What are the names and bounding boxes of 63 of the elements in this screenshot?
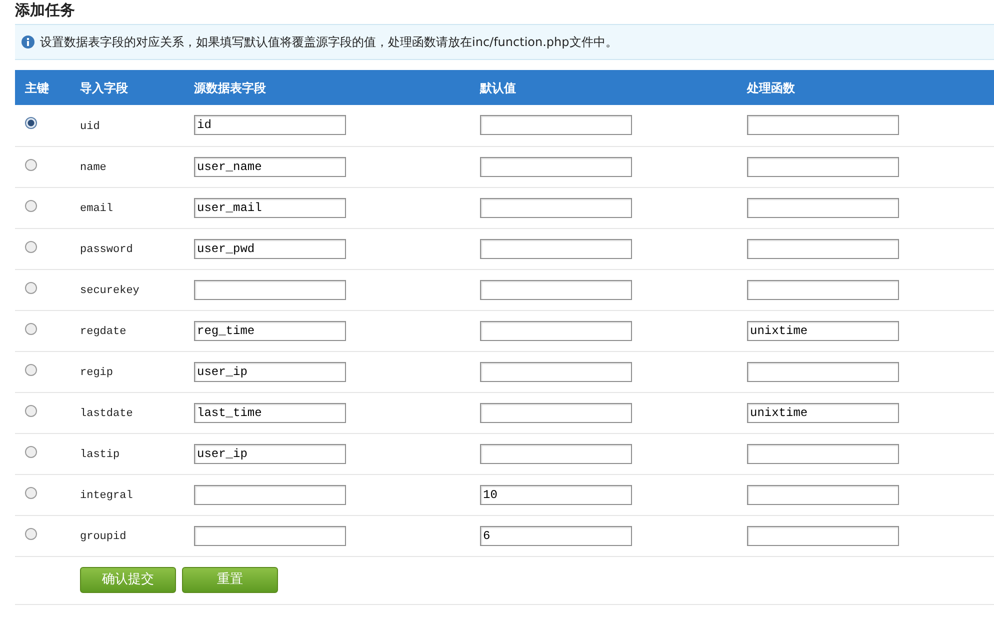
- column-header: 导入字段: [80, 70, 194, 105]
- field-name: integral: [80, 490, 133, 502]
- column-header: 处理函数: [747, 70, 994, 105]
- field-name: groupid: [80, 530, 126, 543]
- column-header: 默认值: [480, 70, 747, 105]
- input-field[interactable]: [480, 115, 632, 136]
- input-field[interactable]: [747, 362, 899, 382]
- input-field[interactable]: [747, 156, 899, 176]
- field-name: regdate: [80, 326, 126, 338]
- field-name: securekey: [80, 284, 140, 297]
- input-field[interactable]: user_name: [194, 156, 346, 176]
- radio-button[interactable]: [25, 404, 37, 416]
- input-field[interactable]: last_time: [194, 402, 346, 422]
- input-field[interactable]: [194, 526, 346, 546]
- radio-button[interactable]: [25, 528, 37, 540]
- radio-button[interactable]: [25, 117, 37, 130]
- input-field[interactable]: [480, 444, 632, 464]
- field-name: name: [80, 162, 106, 174]
- notice-text: 设置数据表字段的对应关系，如果填写默认值将覆盖源字段的值，处理函数请放在inc/function.php文件中。: [40, 34, 618, 51]
- input-field[interactable]: unixtime: [747, 320, 899, 340]
- column-header: 主键: [15, 70, 80, 105]
- field-name: lastdate: [80, 408, 133, 420]
- input-field[interactable]: 6: [480, 526, 632, 546]
- page-title: 添加任务: [15, 0, 76, 20]
- input-field[interactable]: [194, 280, 346, 300]
- field-name: regip: [80, 366, 114, 379]
- input-field[interactable]: 10: [480, 484, 632, 504]
- field-name: password: [80, 244, 133, 256]
- input-field[interactable]: [747, 280, 899, 300]
- input-field[interactable]: [747, 198, 899, 218]
- input-field[interactable]: [747, 115, 899, 136]
- radio-button[interactable]: [25, 200, 37, 212]
- input-field[interactable]: [480, 238, 632, 258]
- field-name: uid: [80, 120, 100, 132]
- field-name: email: [80, 202, 114, 215]
- input-field[interactable]: [480, 320, 632, 340]
- radio-button[interactable]: [25, 158, 37, 170]
- input-field[interactable]: id: [194, 115, 346, 136]
- input-field[interactable]: user_mail: [194, 198, 346, 218]
- input-field[interactable]: [747, 238, 899, 258]
- radio-button[interactable]: [25, 486, 37, 498]
- radio-button[interactable]: [25, 322, 37, 334]
- input-field[interactable]: [747, 444, 899, 464]
- input-field[interactable]: user_ip: [194, 444, 346, 464]
- input-field[interactable]: [194, 484, 346, 504]
- radio-button[interactable]: [25, 282, 37, 294]
- input-field[interactable]: [480, 198, 632, 218]
- input-field[interactable]: [747, 526, 899, 546]
- input-field[interactable]: [480, 156, 632, 176]
- radio-button[interactable]: [25, 364, 37, 376]
- info-icon: [21, 35, 35, 49]
- input-field[interactable]: [480, 402, 632, 422]
- input-field[interactable]: unixtime: [747, 402, 899, 422]
- input-field[interactable]: user_pwd: [194, 238, 346, 258]
- input-field[interactable]: [480, 362, 632, 382]
- input-field[interactable]: reg_time: [194, 320, 346, 340]
- radio-button[interactable]: [25, 240, 37, 252]
- field-name: lastip: [80, 448, 120, 461]
- input-field[interactable]: [480, 280, 632, 300]
- input-field[interactable]: user_ip: [194, 362, 346, 382]
- input-field[interactable]: [747, 484, 899, 504]
- radio-button[interactable]: [25, 446, 37, 458]
- column-header: 源数据表字段: [194, 70, 480, 105]
